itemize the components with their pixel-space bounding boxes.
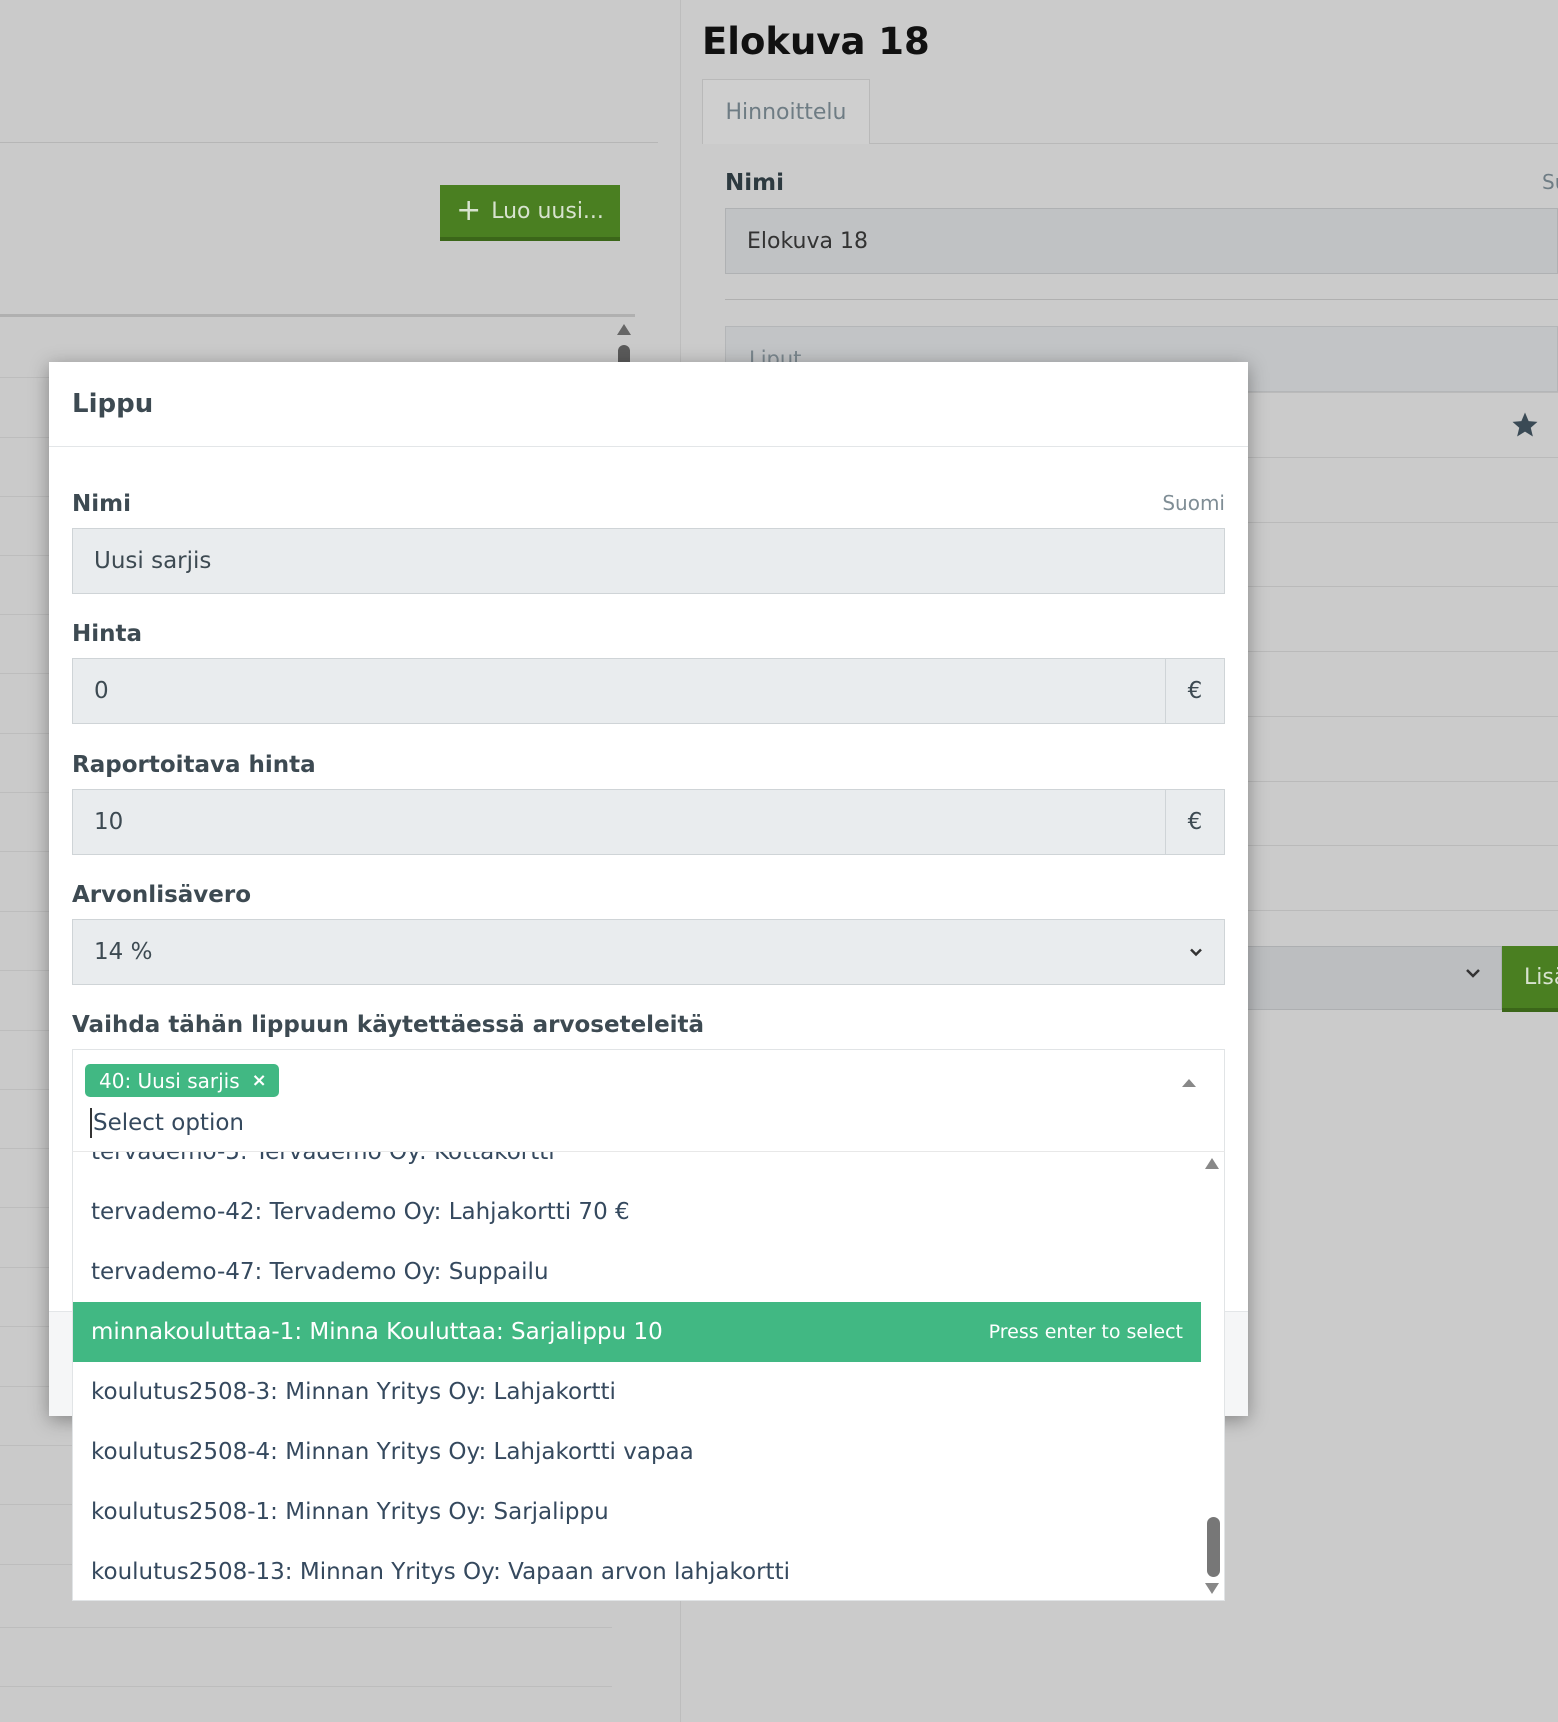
name-input[interactable]: Uusi sarjis xyxy=(72,528,1225,594)
reported-price-currency-addon: € xyxy=(1166,789,1225,855)
dropdown-scrollbar-thumb[interactable] xyxy=(1207,1517,1220,1577)
price-currency-addon: € xyxy=(1166,658,1225,724)
vat-select[interactable]: 14 % xyxy=(72,919,1225,985)
vat-label: Arvonlisävero xyxy=(72,882,252,908)
dropdown-option[interactable]: koulutus2508-13: Minnan Yritys Oy: Vapaa… xyxy=(73,1542,1201,1600)
language-link[interactable]: Suomi xyxy=(1162,491,1225,515)
create-new-button[interactable]: + Luo uusi... xyxy=(440,185,620,241)
caret-up-icon[interactable] xyxy=(1182,1079,1196,1087)
selected-tag-label: 40: Uusi sarjis xyxy=(99,1068,240,1093)
dropdown-option[interactable]: tervademo-42: Tervademo Oy: Lahjakortti … xyxy=(73,1182,1201,1242)
dropdown-option-label: minnakouluttaa-1: Minna Kouluttaa: Sarja… xyxy=(91,1319,663,1345)
multiselect-search-input[interactable]: Select option xyxy=(90,1108,244,1138)
dropdown-option[interactable]: tervademo-5: Tervademo Oy: Kottakortti xyxy=(73,1152,1201,1182)
chevron-down-icon xyxy=(1190,948,1202,957)
vat-selected-value: 14 % xyxy=(94,939,153,965)
list-header-divider xyxy=(0,314,635,317)
dropdown-option[interactable]: koulutus2508-1: Minnan Yritys Oy: Sarjal… xyxy=(73,1482,1201,1542)
plus-icon: + xyxy=(456,193,482,228)
add-ticket-select[interactable] xyxy=(1240,946,1502,1010)
voucher-multiselect[interactable]: 40: Uusi sarjis × Select option xyxy=(72,1049,1225,1153)
dropdown-option[interactable]: koulutus2508-3: Minnan Yritys Oy: Lahjak… xyxy=(73,1362,1201,1422)
scroll-up-arrow-icon[interactable] xyxy=(617,324,631,335)
modal-title: Lippu xyxy=(72,389,154,419)
event-title: Elokuva 18 xyxy=(702,20,930,63)
dropdown-option[interactable]: koulutus2508-4: Minnan Yritys Oy: Lahjak… xyxy=(73,1422,1201,1482)
star-icon[interactable] xyxy=(1510,410,1540,440)
name-label: Nimi xyxy=(72,491,131,517)
tag-remove-icon[interactable]: × xyxy=(252,1070,267,1091)
reported-price-input[interactable]: 10 xyxy=(72,789,1166,855)
chevron-down-icon xyxy=(1466,969,1480,978)
scroll-up-arrow-icon[interactable] xyxy=(1205,1158,1219,1169)
tab-pricing[interactable]: Hinnoittelu xyxy=(702,79,870,144)
voucher-swap-label: Vaihda tähän lippuun käytettäessä arvose… xyxy=(72,1012,705,1038)
select-hint: Press enter to select xyxy=(988,1321,1183,1343)
event-name-input[interactable]: Elokuva 18 xyxy=(725,208,1558,274)
selected-tag: 40: Uusi sarjis × xyxy=(85,1064,279,1097)
divider xyxy=(725,299,1558,300)
modal-header: Lippu xyxy=(49,362,1248,447)
price-label: Hinta xyxy=(72,621,143,647)
event-name-label: Nimi xyxy=(725,170,784,196)
price-input[interactable]: 0 xyxy=(72,658,1166,724)
scroll-down-arrow-icon[interactable] xyxy=(1205,1583,1219,1594)
dropdown-option-highlighted[interactable]: minnakouluttaa-1: Minna Kouluttaa: Sarja… xyxy=(73,1302,1201,1362)
divider xyxy=(0,142,658,143)
voucher-options-dropdown: tervademo-5: Tervademo Oy: Kottakortti t… xyxy=(72,1151,1225,1601)
event-language-link[interactable]: Su xyxy=(1542,170,1558,194)
reported-price-label: Raportoitava hinta xyxy=(72,752,316,778)
list-row-divider xyxy=(0,1627,612,1628)
list-row-divider xyxy=(0,1686,612,1687)
add-ticket-button[interactable]: Lisä xyxy=(1502,946,1558,1012)
dropdown-option[interactable]: tervademo-47: Tervademo Oy: Suppailu xyxy=(73,1242,1201,1302)
create-new-label: Luo uusi... xyxy=(491,198,604,224)
tab-divider xyxy=(869,143,1558,144)
